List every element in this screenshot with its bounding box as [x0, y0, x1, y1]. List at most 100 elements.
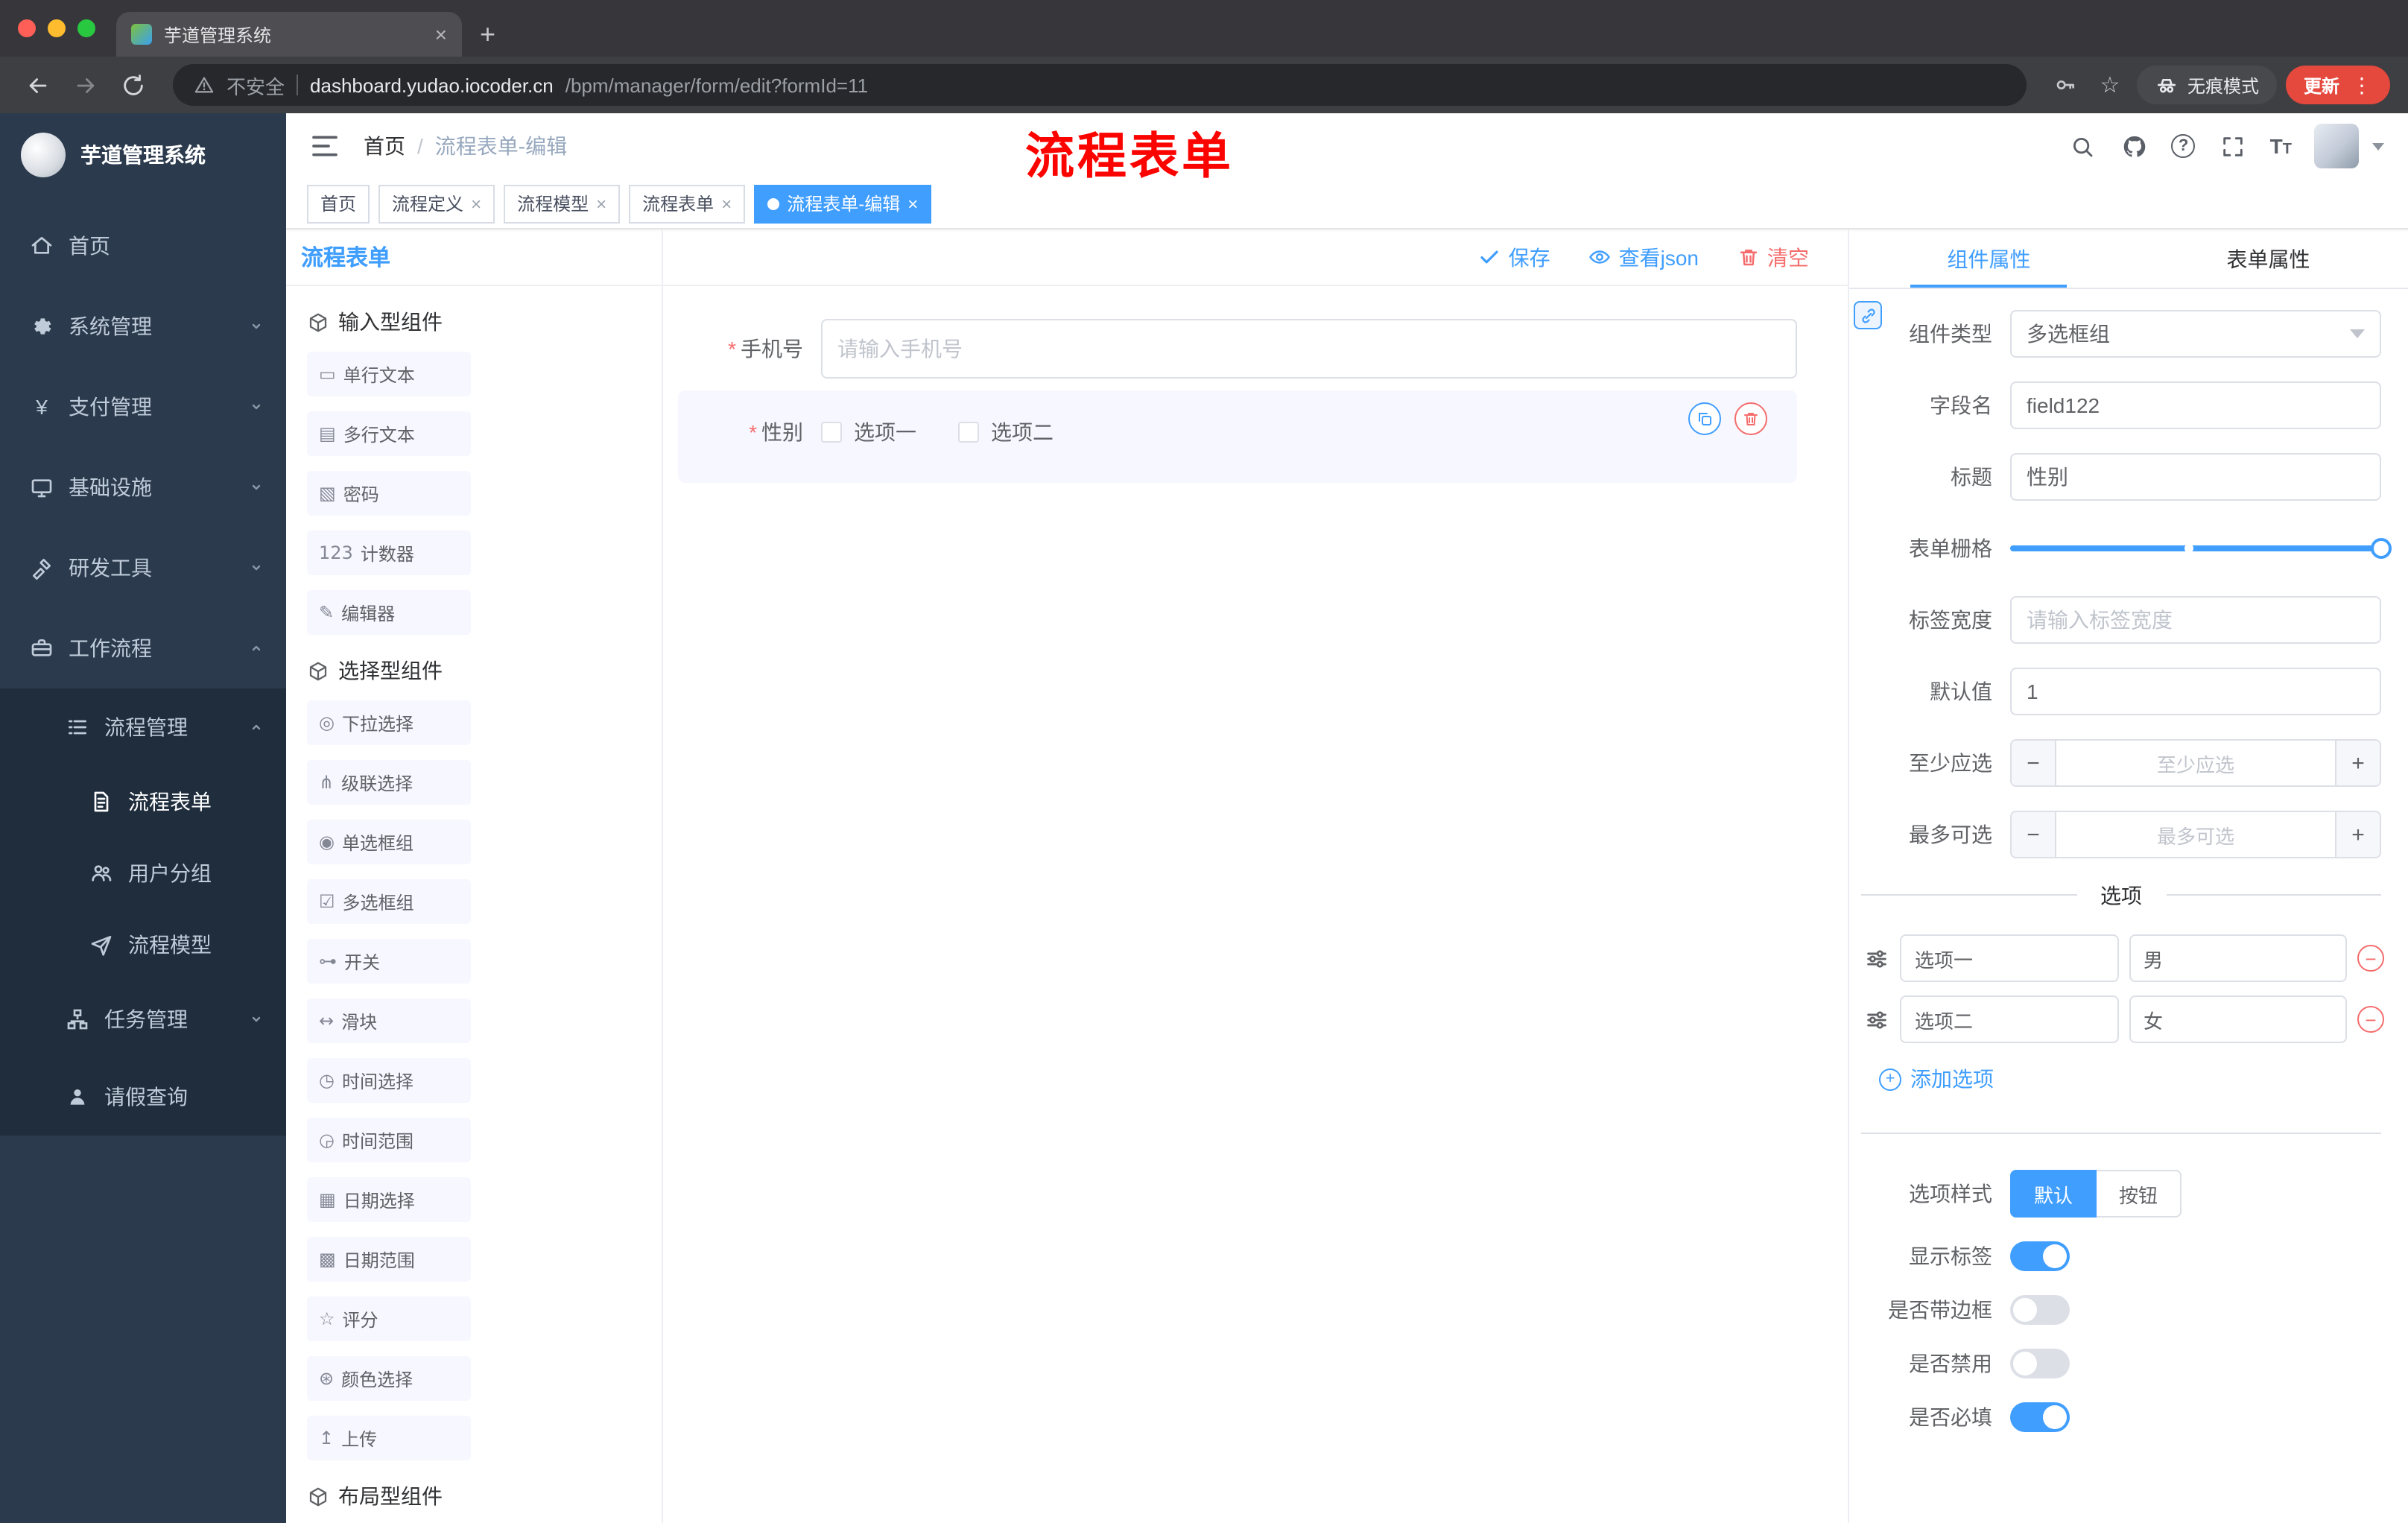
forward-icon[interactable]: [66, 66, 104, 104]
max-select-value[interactable]: 最多可选: [2056, 812, 2335, 857]
delete-widget-button[interactable]: [1734, 402, 1767, 435]
tag-home[interactable]: 首页: [307, 184, 370, 223]
breadcrumb-home[interactable]: 首页: [364, 131, 405, 161]
avatar-caret-icon[interactable]: [2372, 142, 2384, 150]
comp-cascader[interactable]: ⋔ 级联选择: [307, 760, 471, 805]
tab-close-icon[interactable]: ×: [435, 22, 447, 46]
close-icon[interactable]: ×: [596, 193, 606, 214]
tag-process-model[interactable]: 流程模型 ×: [504, 184, 621, 223]
option-label-input[interactable]: [1900, 934, 2118, 982]
comp-multi-line-text[interactable]: ▤ 多行文本: [307, 411, 471, 456]
gender-widget-selected[interactable]: * 性别 选项一 选项二: [678, 390, 1797, 483]
collapse-sidebar-icon[interactable]: [310, 131, 340, 161]
slider-handle[interactable]: [2371, 538, 2392, 559]
reload-icon[interactable]: [113, 66, 152, 104]
gender-option-2[interactable]: 选项二: [958, 417, 1054, 447]
close-icon[interactable]: ×: [907, 193, 918, 214]
fullscreen-icon[interactable]: [2218, 131, 2248, 161]
remove-option-icon[interactable]: −: [2357, 945, 2384, 972]
sidebar-item-user-group[interactable]: 用户分组: [0, 838, 286, 909]
comp-color-picker[interactable]: ⊛ 颜色选择: [307, 1356, 471, 1401]
back-icon[interactable]: [18, 66, 57, 104]
tab-component-props[interactable]: 组件属性: [1849, 229, 2129, 288]
help-icon[interactable]: ?: [2171, 134, 2196, 158]
field-name-input[interactable]: [2010, 381, 2381, 429]
comp-time-picker[interactable]: ◷ 时间选择: [307, 1058, 471, 1103]
remove-option-icon[interactable]: −: [2357, 1006, 2384, 1033]
comp-date-picker[interactable]: ▦ 日期选择: [307, 1177, 471, 1222]
close-icon[interactable]: ×: [721, 193, 732, 214]
browser-update-button[interactable]: 更新 ⋮: [2285, 66, 2390, 104]
disabled-toggle[interactable]: [2010, 1349, 2070, 1378]
minimize-window-button[interactable]: [48, 19, 66, 37]
comp-date-range[interactable]: ▩ 日期范围: [307, 1237, 471, 1282]
close-icon[interactable]: ×: [471, 193, 481, 214]
user-avatar[interactable]: [2314, 124, 2359, 168]
comp-switch[interactable]: ⊶ 开关: [307, 939, 471, 984]
link-icon[interactable]: [1854, 301, 1882, 329]
tag-process-form-edit[interactable]: 流程表单-编辑 ×: [754, 184, 932, 223]
increase-button[interactable]: +: [2335, 812, 2380, 857]
github-icon[interactable]: [2120, 131, 2149, 161]
style-default-button[interactable]: 默认: [2010, 1170, 2097, 1218]
label-width-input[interactable]: [2010, 596, 2381, 644]
comp-slider[interactable]: ↔ 滑块: [307, 998, 471, 1043]
comp-password[interactable]: ▧ 密码: [307, 471, 471, 516]
sidebar-item-process-management[interactable]: 流程管理: [0, 688, 286, 766]
form-grid-slider[interactable]: [2010, 525, 2392, 572]
search-icon[interactable]: [2068, 131, 2097, 161]
zoom-window-button[interactable]: [77, 19, 95, 37]
option-label-input[interactable]: [1900, 995, 2118, 1043]
add-option-button[interactable]: + 添加选项: [1879, 1064, 2408, 1094]
sidebar-item-payment[interactable]: ¥ 支付管理: [0, 367, 286, 447]
sidebar-item-leave-query[interactable]: 请假查询: [0, 1058, 286, 1136]
new-tab-button[interactable]: +: [462, 19, 516, 57]
sidebar-item-devtools[interactable]: 研发工具: [0, 528, 286, 608]
save-button[interactable]: 保存: [1479, 242, 1550, 272]
sidebar-item-home[interactable]: 首页: [0, 206, 286, 286]
sidebar-item-infrastructure[interactable]: 基础设施: [0, 447, 286, 528]
tag-process-form[interactable]: 流程表单 ×: [629, 184, 746, 223]
drag-handle-icon[interactable]: [1864, 1007, 1889, 1032]
border-toggle[interactable]: [2010, 1295, 2070, 1325]
sidebar-item-process-model[interactable]: 流程模型: [0, 909, 286, 981]
bookmark-star-icon[interactable]: ☆: [2092, 67, 2128, 103]
password-key-icon[interactable]: [2047, 67, 2083, 103]
decrease-button[interactable]: −: [2012, 741, 2056, 785]
option-value-input[interactable]: [2129, 995, 2347, 1043]
title-input[interactable]: [2010, 453, 2381, 501]
increase-button[interactable]: +: [2335, 741, 2380, 785]
comp-upload[interactable]: ↥ 上传: [307, 1416, 471, 1460]
tab-form-props[interactable]: 表单属性: [2129, 229, 2408, 288]
browser-tab[interactable]: 芋道管理系统 ×: [116, 12, 462, 57]
decrease-button[interactable]: −: [2012, 812, 2056, 857]
comp-checkbox-group[interactable]: ☑ 多选框组: [307, 879, 471, 924]
component-type-select[interactable]: 多选框组: [2010, 310, 2381, 358]
show-label-toggle[interactable]: [2010, 1241, 2070, 1271]
comp-time-range[interactable]: ◶ 时间范围: [307, 1118, 471, 1162]
comp-radio-group[interactable]: ◉ 单选框组: [307, 820, 471, 864]
required-toggle[interactable]: [2010, 1402, 2070, 1432]
clear-button[interactable]: 清空: [1737, 242, 1809, 272]
browser-menu-icon[interactable]: ⋮: [2351, 72, 2372, 98]
close-window-button[interactable]: [18, 19, 36, 37]
sidebar-item-process-form[interactable]: 流程表单: [0, 766, 286, 838]
comp-single-line-text[interactable]: ▭ 单行文本: [307, 352, 471, 396]
phone-input[interactable]: [821, 319, 1797, 379]
address-bar[interactable]: 不安全 dashboard.yudao.iocoder.cn/bpm/manag…: [173, 64, 2027, 106]
comp-editor[interactable]: ✎ 编辑器: [307, 590, 471, 635]
min-select-value[interactable]: 至少应选: [2056, 741, 2335, 785]
default-value-input[interactable]: [2010, 668, 2381, 715]
comp-rate[interactable]: ☆ 评分: [307, 1296, 471, 1341]
comp-select[interactable]: ◎ 下拉选择: [307, 700, 471, 745]
comp-counter[interactable]: 123 计数器: [307, 531, 471, 575]
font-size-icon[interactable]: TT: [2270, 134, 2292, 158]
drag-handle-icon[interactable]: [1864, 946, 1889, 971]
sidebar-item-system[interactable]: 系统管理: [0, 286, 286, 367]
copy-widget-button[interactable]: [1688, 402, 1721, 435]
gender-option-1[interactable]: 选项一: [821, 417, 916, 447]
sidebar-item-task-management[interactable]: 任务管理: [0, 981, 286, 1058]
tag-process-definition[interactable]: 流程定义 ×: [378, 184, 495, 223]
sidebar-item-workflow[interactable]: 工作流程: [0, 608, 286, 688]
view-json-button[interactable]: 查看json: [1589, 242, 1699, 272]
